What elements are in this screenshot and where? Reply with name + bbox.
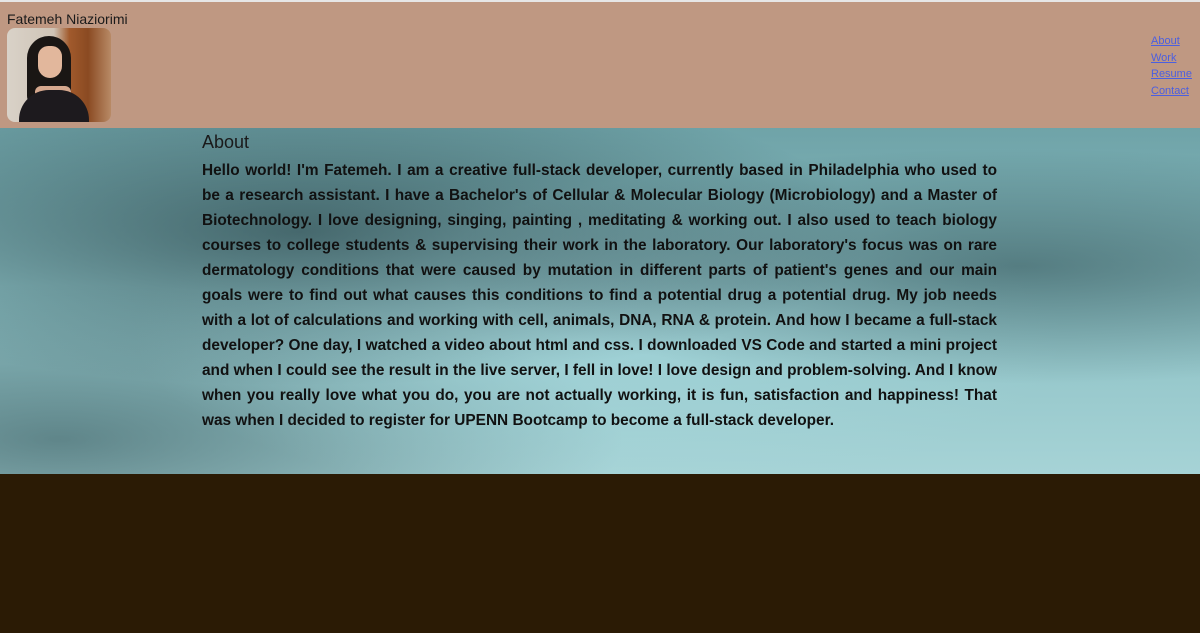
- about-content: About Hello world! I'm Fatemeh. I am a c…: [202, 131, 997, 433]
- nav-link-resume[interactable]: Resume: [1151, 66, 1192, 83]
- main-nav: About Work Resume Contact: [1151, 33, 1192, 99]
- page: Fatemeh Niaziorimi About Work Resume Con…: [0, 0, 1200, 633]
- about-text: Hello world! I'm Fatemeh. I am a creativ…: [202, 162, 997, 429]
- nav-link-work[interactable]: Work: [1151, 50, 1192, 67]
- site-name: Fatemeh Niaziorimi: [7, 11, 128, 27]
- profile-photo-face: [38, 46, 62, 78]
- site-header: Fatemeh Niaziorimi About Work Resume Con…: [0, 2, 1200, 128]
- about-section: About Hello world! I'm Fatemeh. I am a c…: [0, 128, 1200, 474]
- nav-link-contact[interactable]: Contact: [1151, 83, 1192, 100]
- about-heading: About: [202, 132, 250, 152]
- profile-photo: [7, 28, 111, 122]
- nav-link-about[interactable]: About: [1151, 33, 1192, 50]
